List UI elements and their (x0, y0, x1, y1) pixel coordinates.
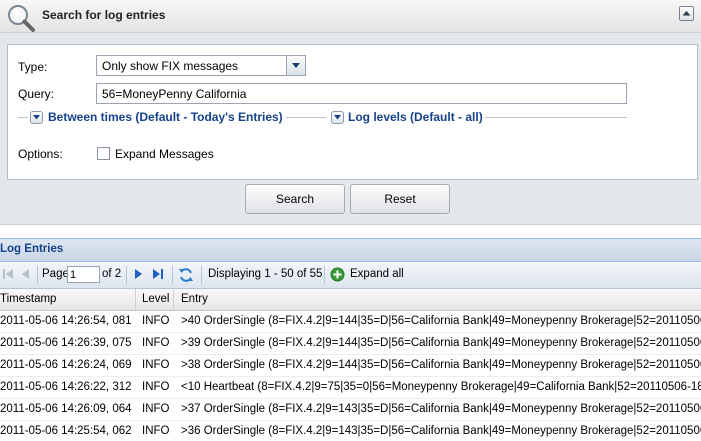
search-panel-title: Search for log entries (42, 8, 166, 22)
log-levels-toggle[interactable] (331, 111, 344, 124)
timestamp-cell: 2011-05-06 14:26:09, 064 (0, 403, 132, 415)
level-cell: INFO (142, 359, 170, 371)
page-number-input[interactable] (67, 266, 100, 283)
options-label: Options: (18, 147, 63, 161)
column-header-level[interactable]: Level (142, 293, 170, 305)
level-cell: INFO (142, 315, 170, 327)
entry-cell: <10 Heartbeat (8=FIX.4.2|9=75|35=0|56=Mo… (181, 381, 701, 393)
reset-button[interactable]: Reset (350, 184, 450, 214)
column-header-entry[interactable]: Entry (181, 293, 208, 305)
page-label: Page (42, 268, 69, 280)
type-select-value: Only show FIX messages (102, 59, 239, 73)
table-row[interactable]: 2011-05-06 14:26:09, 064 INFO >37 OrderS… (0, 399, 701, 421)
search-panel-header: Search for log entries (0, 0, 701, 33)
toolbar-separator (324, 266, 325, 284)
log-levels-link[interactable]: Log levels (Default - all) (348, 110, 483, 124)
fieldset-divider (286, 117, 326, 118)
level-cell: INFO (142, 403, 170, 415)
table-row[interactable]: 2011-05-06 14:26:22, 312 INFO <10 Heartb… (0, 377, 701, 399)
collapse-panel-button[interactable] (679, 6, 694, 21)
search-button[interactable]: Search (245, 184, 345, 214)
chevron-down-icon (292, 63, 300, 68)
log-panel-title: Log Entries (0, 243, 64, 255)
entry-cell: >37 OrderSingle (8=FIX.4.2|9=143|35=D|56… (181, 403, 701, 415)
entry-cell: >38 OrderSingle (8=FIX.4.2|9=144|35=D|56… (181, 359, 701, 371)
entry-cell: >39 OrderSingle (8=FIX.4.2|9=144|35=D|56… (181, 337, 701, 349)
log-panel-header: Log Entries (0, 238, 701, 262)
chevron-down-icon (334, 115, 341, 120)
table-row[interactable]: 2011-05-06 14:25:54, 062 INFO >36 OrderS… (0, 421, 701, 441)
previous-page-icon[interactable] (20, 268, 32, 280)
toolbar-separator (126, 266, 127, 284)
toolbar-separator (172, 266, 173, 284)
type-select[interactable]: Only show FIX messages (96, 55, 306, 76)
level-cell: INFO (142, 381, 170, 393)
level-cell: INFO (142, 425, 170, 437)
toolbar-separator (201, 266, 202, 284)
search-panel: Search for log entries Type: Only show F… (0, 0, 701, 225)
paging-toolbar: Page of 2 Displaying 1 - 50 of 55 Expand… (0, 262, 701, 289)
expand-all-button[interactable]: Expand all (350, 268, 404, 280)
add-icon[interactable] (330, 267, 345, 282)
table-row[interactable]: 2011-05-06 14:26:54, 081 INFO >40 OrderS… (0, 311, 701, 333)
table-row[interactable]: 2011-05-06 14:26:24, 069 INFO >38 OrderS… (0, 355, 701, 377)
fieldset-divider (18, 117, 28, 118)
expand-messages-label[interactable]: Expand Messages (115, 147, 214, 161)
toolbar-separator (37, 266, 38, 284)
timestamp-cell: 2011-05-06 14:26:54, 081 (0, 315, 132, 327)
column-divider[interactable] (173, 289, 174, 310)
fieldset-divider (485, 117, 627, 118)
expand-messages-checkbox[interactable] (97, 147, 110, 160)
level-cell: INFO (142, 337, 170, 349)
between-times-link[interactable]: Between times (Default - Today's Entries… (48, 110, 283, 124)
chevron-down-icon (33, 115, 40, 120)
query-input[interactable] (96, 83, 627, 104)
last-page-icon[interactable] (152, 268, 164, 280)
entry-cell: >40 OrderSingle (8=FIX.4.2|9=144|35=D|56… (181, 315, 701, 327)
timestamp-cell: 2011-05-06 14:25:54, 062 (0, 425, 132, 437)
query-label: Query: (18, 87, 55, 101)
between-times-toggle[interactable] (30, 111, 43, 124)
magnifier-icon (8, 5, 35, 32)
timestamp-cell: 2011-05-06 14:26:39, 075 (0, 337, 132, 349)
refresh-icon[interactable] (178, 267, 194, 283)
type-label: Type: (18, 60, 48, 74)
column-header-timestamp[interactable]: Timestamp (0, 293, 56, 305)
type-select-dropdown-button[interactable] (286, 56, 305, 75)
page-count: of 2 (102, 268, 122, 280)
timestamp-cell: 2011-05-06 14:26:22, 312 (0, 381, 132, 393)
next-page-icon[interactable] (132, 268, 144, 280)
chevron-up-icon (682, 11, 691, 16)
timestamp-cell: 2011-05-06 14:26:24, 069 (0, 359, 132, 371)
column-divider[interactable] (135, 289, 136, 310)
entry-cell: >36 OrderSingle (8=FIX.4.2|9=143|35=D|56… (181, 425, 701, 437)
table-row[interactable]: 2011-05-06 14:26:39, 075 INFO >39 OrderS… (0, 333, 701, 355)
first-page-icon[interactable] (2, 268, 14, 280)
displaying-status: Displaying 1 - 50 of 55 (208, 268, 323, 280)
grid-header: Timestamp Level Entry (0, 289, 701, 311)
